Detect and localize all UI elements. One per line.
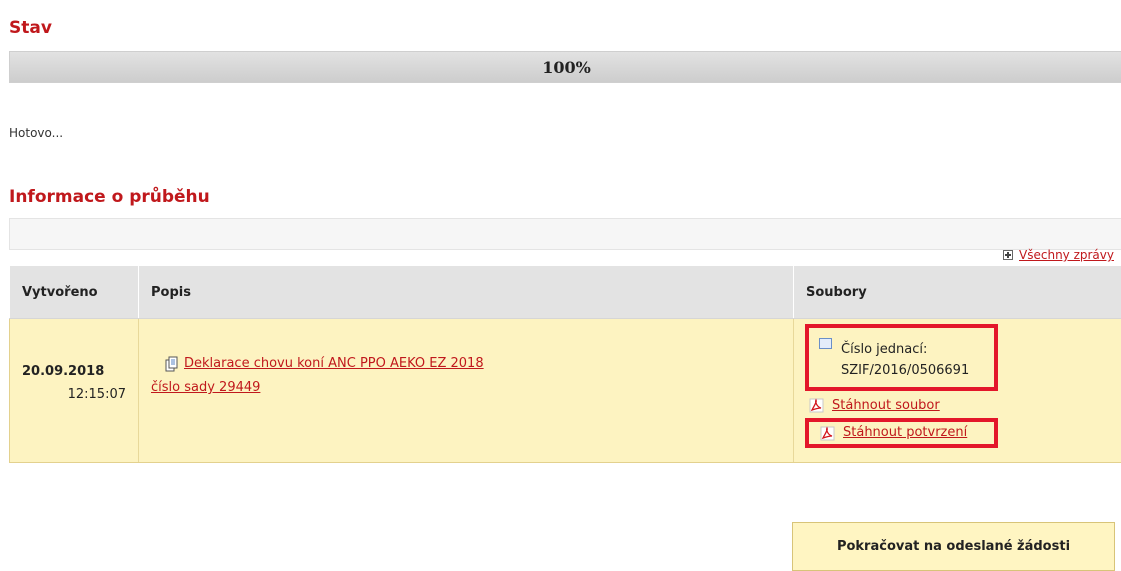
plus-box-icon[interactable] [1003, 250, 1014, 260]
pdf-icon [820, 426, 835, 441]
info-title: Informace o průběhu [9, 187, 210, 207]
column-header-created: Vytvořeno [9, 265, 139, 319]
download-confirmation-link[interactable]: Stáhnout potvrzení [843, 425, 967, 440]
document-icon [165, 356, 178, 372]
reference-label: Číslo jednací: [841, 342, 928, 357]
created-date: 20.09.2018 [22, 364, 105, 379]
status-title: Stav [9, 18, 52, 38]
square-icon [819, 338, 832, 349]
process-table: Vytvořeno Popis Soubory 20.09.2018 12:15… [9, 265, 1121, 463]
table-row: 20.09.2018 12:15:07 Deklarace chovu koní… [9, 318, 1121, 463]
description-link[interactable]: Deklarace chovu koní ANC PPO AEKO EZ 201… [184, 356, 484, 371]
reference-value: SZIF/2016/0506691 [841, 363, 970, 378]
description-cell: Deklarace chovu koní ANC PPO AEKO EZ 201… [138, 318, 794, 463]
reference-number-box: Číslo jednací: SZIF/2016/0506691 [805, 324, 998, 391]
pdf-icon [809, 398, 824, 413]
created-time: 12:15:07 [67, 387, 126, 402]
column-header-description: Popis [138, 265, 794, 319]
status-message: Hotovo... [9, 126, 64, 140]
set-number-link[interactable]: číslo sady 29449 [151, 380, 260, 395]
table-header-row: Vytvořeno Popis Soubory [9, 265, 1121, 319]
download-confirmation-box: Stáhnout potvrzení [805, 418, 998, 448]
download-file-link[interactable]: Stáhnout soubor [832, 398, 940, 413]
messages-bar [9, 218, 1121, 250]
continue-to-submitted-button[interactable]: Pokračovat na odeslané žádosti [792, 522, 1115, 571]
progress-label: 100% [542, 58, 591, 77]
column-header-files: Soubory [793, 265, 1121, 319]
progress-bar: 100% [9, 51, 1121, 83]
created-cell: 20.09.2018 12:15:07 [9, 318, 139, 463]
all-messages-toggle[interactable]: Všechny zprávy [1003, 248, 1114, 262]
files-cell: Číslo jednací: SZIF/2016/0506691 Stáhnou… [793, 318, 1121, 463]
all-messages-link[interactable]: Všechny zprávy [1019, 248, 1114, 262]
